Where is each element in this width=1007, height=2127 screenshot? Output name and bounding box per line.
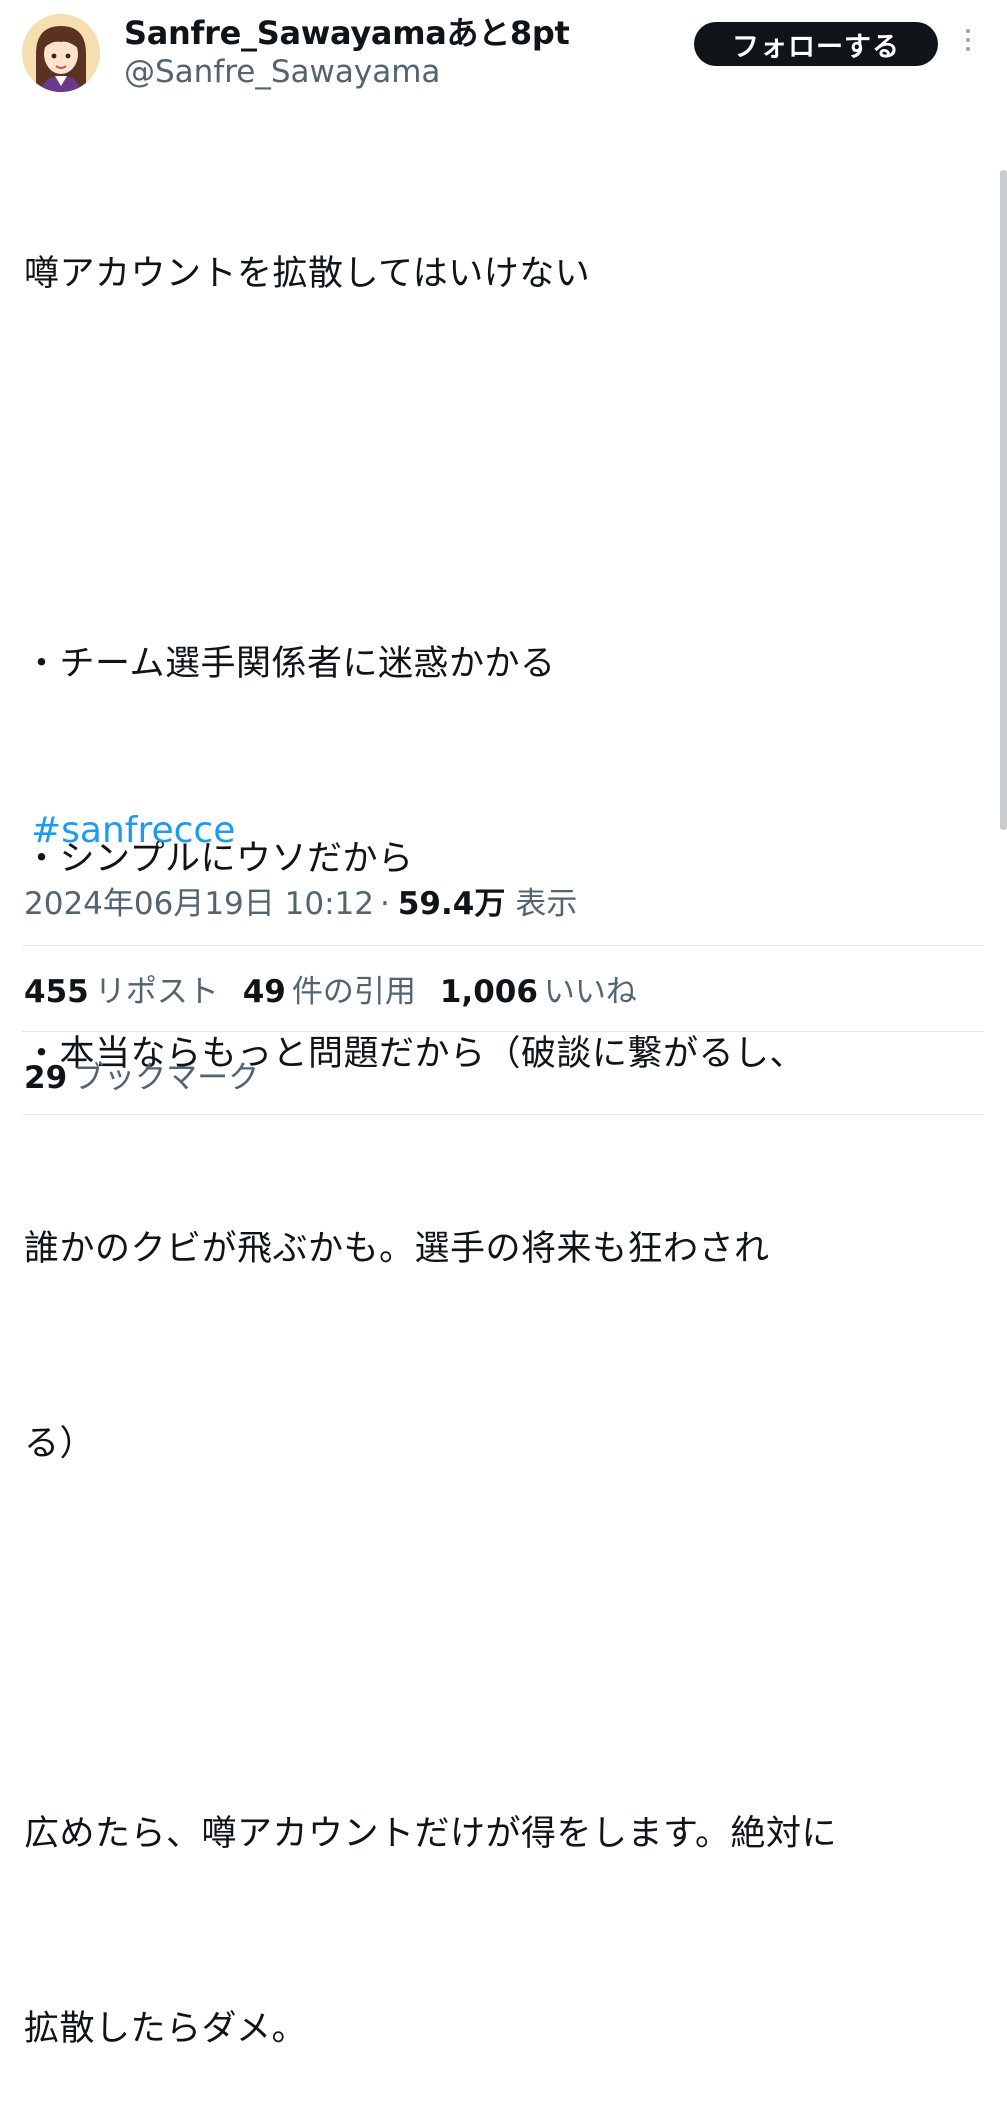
- avatar[interactable]: [22, 14, 100, 92]
- hashtag-link[interactable]: #sanfrecce: [31, 810, 235, 851]
- tweet-text: 噂アカウントを拡散してはいけない ・チーム選手関係者に迷惑かかる ・シンプルにウ…: [24, 112, 994, 2127]
- divider: [22, 1114, 984, 1115]
- divider: [22, 1031, 984, 1032]
- meta-separator: ·: [379, 886, 390, 922]
- bookmarks-count: 29: [24, 1060, 68, 1096]
- tweet-meta: 2024年06月19日 10:12 · 59.4万 表示: [24, 878, 577, 923]
- engagement-stats: 455 リポスト 49 件の引用 1,006 いいね: [24, 966, 661, 1011]
- timestamp[interactable]: 2024年06月19日 10:12: [24, 878, 374, 923]
- tweet-line: [24, 437, 994, 502]
- reposts-label: リポスト: [94, 974, 219, 1010]
- user-handle[interactable]: @Sanfre_Sawayama: [124, 54, 440, 90]
- views-count: 59.4万: [397, 886, 506, 922]
- tweet-header: Sanfre_Sawayamaあと8pt @Sanfre_Sawayama フォ…: [0, 0, 1007, 110]
- more-vertical-icon[interactable]: [960, 26, 976, 66]
- tweet-line: [24, 1607, 994, 1672]
- scrollbar[interactable]: [1000, 170, 1007, 830]
- quotes-stat[interactable]: 49 件の引用: [243, 966, 416, 1011]
- bookmarks-stat[interactable]: 29 ブックマーク: [24, 1052, 259, 1097]
- likes-label: いいね: [543, 974, 637, 1010]
- tweet-line: 噂アカウントを拡散してはいけない: [24, 254, 591, 294]
- tweet-line: 誰かのクビが飛ぶかも。選手の将来も狂わされ: [24, 1229, 770, 1269]
- illustrated-girl-avatar-icon: [22, 14, 100, 92]
- display-name[interactable]: Sanfre_Sawayamaあと8pt: [124, 8, 570, 54]
- bookmarks-label: ブックマーク: [73, 1060, 260, 1096]
- tweet-line: 広めたら、噂アカウントだけが得をします。絶対に: [24, 1814, 838, 1854]
- likes-count: 1,006: [439, 974, 538, 1010]
- tweet-line: ・チーム選手関係者に迷惑かかる: [24, 644, 556, 684]
- divider: [22, 945, 984, 946]
- reposts-count: 455: [24, 974, 89, 1010]
- views-label: 表示: [515, 886, 578, 922]
- tweet-line: 拡散したらダメ。: [24, 2009, 307, 2049]
- quotes-label: 件の引用: [291, 974, 416, 1010]
- likes-stat[interactable]: 1,006 いいね: [440, 966, 637, 1011]
- follow-button[interactable]: フォローする: [694, 22, 938, 66]
- reposts-stat[interactable]: 455 リポスト: [24, 966, 219, 1011]
- quotes-count: 49: [242, 974, 286, 1010]
- tweet-line: る）: [24, 1424, 96, 1464]
